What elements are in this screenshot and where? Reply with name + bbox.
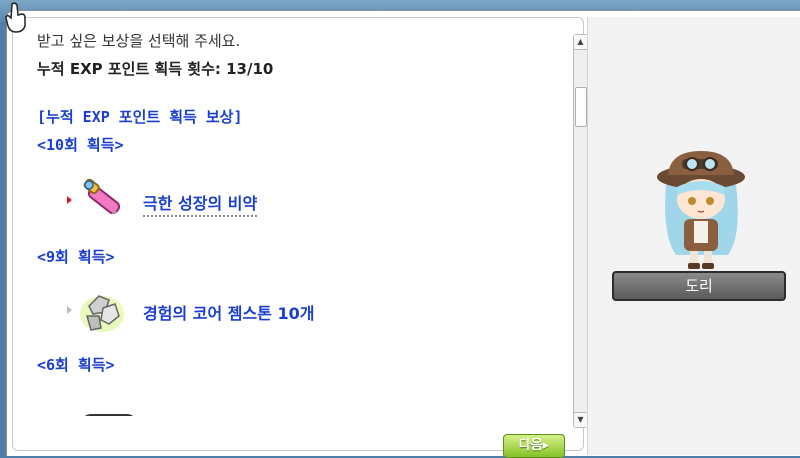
core-gemstone-icon — [80, 295, 124, 332]
scroll-down-icon[interactable]: ▼ — [574, 412, 587, 427]
tier-label-9: <9회 획득> — [37, 248, 115, 266]
selection-arrow-icon — [67, 306, 72, 314]
dialog-scroll-area: 받고 싶은 보상을 선택해 주세요. 누적 EXP 포인트 획득 횟수: 13/… — [37, 24, 557, 416]
reward-option-elixir[interactable]: 극한 성장의 비약 — [67, 176, 547, 228]
reward-option-gemstone[interactable]: 경험의 코어 젬스톤 10개 — [67, 286, 547, 338]
npc-portrait — [657, 151, 745, 269]
scroll-up-icon[interactable]: ▲ — [574, 35, 587, 50]
partial-reward-icon — [81, 414, 137, 416]
growth-elixir-icon — [83, 178, 121, 217]
dialog-scrollbar[interactable]: ▲ ▼ — [573, 34, 588, 428]
dialog-text-panel: 받고 싶은 보상을 선택해 주세요. 누적 EXP 포인트 획득 횟수: 13/… — [12, 17, 588, 458]
npc-name-plate: 도리 — [612, 271, 786, 301]
selection-arrow-icon — [67, 196, 72, 204]
reward-name-elixir: 극한 성장의 비약 — [143, 190, 258, 217]
section-header: [누적 EXP 포인트 획득 보상] — [37, 108, 243, 126]
next-button[interactable]: 다음▸ — [503, 434, 565, 458]
npc-portrait-panel: 도리 — [587, 17, 800, 455]
tier-label-6: <6회 획득> — [37, 356, 115, 374]
reward-name-gemstone: 경험의 코어 젬스톤 10개 — [143, 304, 315, 323]
hand-cursor-icon — [5, 2, 26, 33]
instruction-text: 받고 싶은 보상을 선택해 주세요. — [37, 32, 241, 50]
exp-count-text: 누적 EXP 포인트 획득 횟수: 13/10 — [37, 60, 274, 78]
tier-label-10: <10회 획득> — [37, 136, 124, 154]
scroll-thumb[interactable] — [575, 87, 587, 127]
